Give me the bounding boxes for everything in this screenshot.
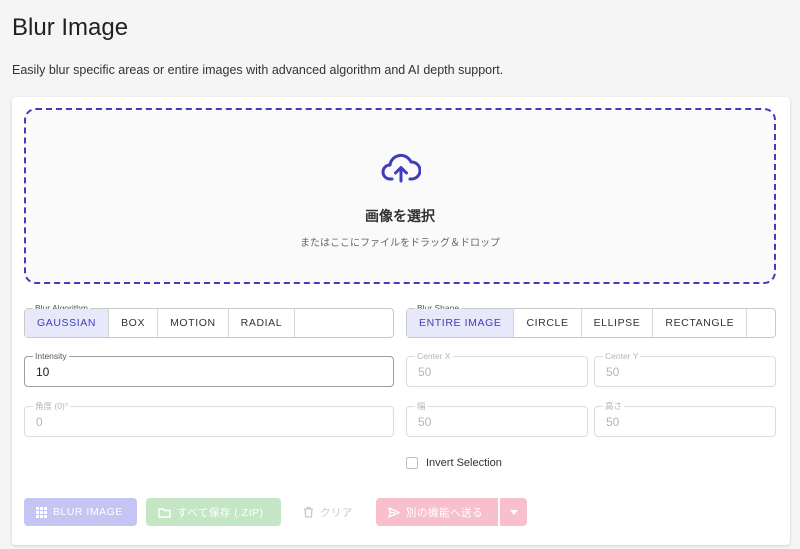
width-label: 幅 <box>415 401 428 411</box>
cloud-upload-icon <box>381 153 421 183</box>
width-field[interactable]: 幅 50 <box>406 401 588 437</box>
invert-selection-label: Invert Selection <box>426 457 502 469</box>
dropzone-subtitle: またはここにファイルをドラッグ＆ドロップ <box>300 238 500 249</box>
page-title: Blur Image <box>12 14 129 41</box>
intensity-label: Intensity <box>33 351 69 361</box>
center-x-value: 50 <box>418 365 432 379</box>
center-x-label: Center X <box>415 351 453 361</box>
intensity-field[interactable]: Intensity 10 <box>24 351 394 387</box>
checkbox-box[interactable] <box>406 457 418 469</box>
angle-label: 角度 (0)° <box>33 401 71 411</box>
blur-image-label: BLUR IMAGE <box>53 506 123 518</box>
invert-selection-checkbox[interactable]: Invert Selection <box>406 457 502 469</box>
send-label: 別の機能へ送る <box>406 506 483 519</box>
shape-option-circle[interactable]: CIRCLE <box>514 309 582 337</box>
algorithm-option-radial[interactable]: RADIAL <box>229 309 296 337</box>
send-to-feature-button[interactable]: 別の機能へ送る <box>376 498 498 526</box>
width-value: 50 <box>418 415 432 429</box>
page-description: Easily blur specific areas or entire ima… <box>12 63 504 77</box>
send-icon <box>388 506 400 518</box>
save-all-zip-button[interactable]: すべて保存 (.ZIP) <box>146 498 281 526</box>
shape-option-rectangle[interactable]: RECTANGLE <box>653 309 748 337</box>
height-field[interactable]: 高さ 50 <box>594 401 776 437</box>
algorithm-option-box[interactable]: BOX <box>109 309 159 337</box>
clear-button[interactable]: クリア <box>291 498 367 526</box>
trash-icon <box>304 506 313 518</box>
send-menu-dropdown-button[interactable] <box>500 498 527 526</box>
shape-option-ellipse[interactable]: ELLIPSE <box>582 309 654 337</box>
center-y-field[interactable]: Center Y 50 <box>594 351 776 387</box>
intensity-value: 10 <box>36 365 50 379</box>
angle-field[interactable]: 角度 (0)° 0 <box>24 401 394 437</box>
dropzone-title: 画像を選択 <box>365 208 435 224</box>
image-dropzone[interactable]: 画像を選択 またはここにファイルをドラッグ＆ドロップ <box>24 108 776 284</box>
blur-grid-icon <box>36 506 47 518</box>
center-y-value: 50 <box>606 365 620 379</box>
height-label: 高さ <box>603 401 625 411</box>
height-value: 50 <box>606 415 620 429</box>
chevron-down-icon <box>509 509 518 515</box>
clear-label: クリア <box>320 506 353 519</box>
folder-icon <box>158 507 171 518</box>
main-card: 画像を選択 またはここにファイルをドラッグ＆ドロップ Blur Algorith… <box>12 97 790 545</box>
blur-image-button[interactable]: BLUR IMAGE <box>24 498 137 526</box>
algorithm-option-gaussian[interactable]: GAUSSIAN <box>25 309 110 337</box>
save-all-label: すべて保存 (.ZIP) <box>177 506 264 519</box>
shape-option-entire-image[interactable]: ENTIRE IMAGE <box>407 309 515 337</box>
angle-value: 0 <box>36 415 43 429</box>
center-x-field[interactable]: Center X 50 <box>406 351 588 387</box>
algorithm-option-motion[interactable]: MOTION <box>158 309 229 337</box>
center-y-label: Center Y <box>603 351 641 361</box>
